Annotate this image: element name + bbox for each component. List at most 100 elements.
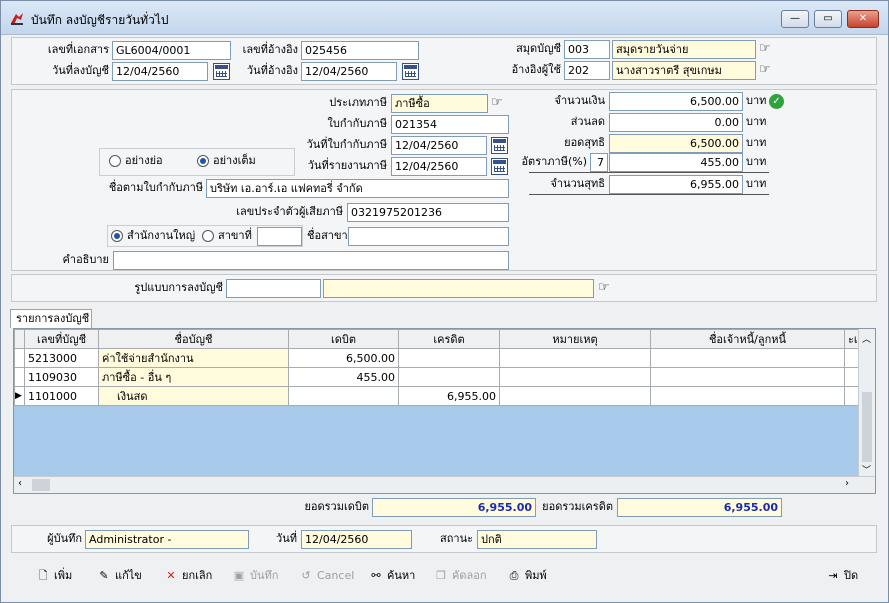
credit-cell[interactable] [398,348,500,368]
tax-name-field[interactable]: บริษัท เอ.อาร์.เอ แฟคทอรี่ จำกัด [206,179,509,198]
vat-rate-field[interactable]: 7 [590,153,608,172]
calendar-icon[interactable] [491,158,508,175]
lookup-pointer-icon[interactable]: ☞ [598,280,616,296]
vertical-scrollbar[interactable]: ︿ ﹀ [858,329,875,477]
column-header[interactable]: เครดิต [398,329,500,349]
tax-type-field: ภาษีซื้อ [391,94,488,113]
edit-button[interactable]: ✎ แก้ไข [96,566,141,586]
ref-date-field[interactable]: 12/04/2560 [301,62,397,81]
debit-cell[interactable]: 455.00 [288,367,399,387]
total-debit-field: 6,955.00 [372,498,536,517]
acct-name-cell: ค่าใช้จ่ายสำนักงาน [98,348,289,368]
lookup-pointer-icon[interactable]: ☞ [491,95,509,111]
amount-field[interactable]: 6,500.00 [609,92,743,111]
discount-field[interactable]: 0.00 [609,113,743,132]
acct-cell[interactable]: 1109030 [24,367,99,387]
lookup-pointer-icon[interactable]: ☞ [759,62,777,78]
column-header[interactable]: ชื่อเจ้าหนี้/ลูกหนี้ [650,329,845,349]
description-field[interactable] [113,251,509,270]
ref-no-field[interactable]: 025456 [301,41,419,60]
doc-no-field[interactable]: GL6004/0001 [112,41,231,60]
branch-name-label: ชื่อสาขา [307,229,348,242]
radio-branch[interactable] [202,230,214,242]
date-field: 12/04/2560 [301,530,412,549]
note-cell[interactable] [499,367,651,387]
acct-cell[interactable]: 5213000 [24,348,99,368]
tab-entries[interactable]: รายการลงบัญชี [10,309,92,328]
search-button[interactable]: ⚯ ค้นหา [368,566,415,586]
post-date-field[interactable]: 12/04/2560 [112,62,208,81]
ref-person-code-field[interactable]: 202 [564,61,610,80]
table-row[interactable]: 5213000 ค่าใช้จ่ายสำนักงาน 6,500.00 [14,348,860,368]
branch-no-field[interactable] [257,227,302,246]
tax-name-label: ชื่อตามใบกำกับภาษี [108,181,203,194]
radio-head-office[interactable] [111,230,123,242]
radio-full[interactable] [197,155,209,167]
party-cell[interactable] [650,367,845,387]
scroll-down-icon[interactable]: ﹀ [862,463,871,476]
cancel-doc-button[interactable]: ✕ ยกเลิก [163,566,212,586]
debit-cell[interactable]: 6,500.00 [288,348,399,368]
radio-short-label: อย่างย่อ [125,154,163,167]
table-row[interactable]: ▶ 1101000 เงินสด 6,955.00 [14,386,860,406]
acct-cell[interactable]: 1101000 [24,386,99,406]
minimize-button[interactable]: — [781,10,809,28]
current-row-icon: ▶ [14,386,25,406]
note-cell[interactable] [499,348,651,368]
column-header[interactable]: เลขที่บัญชี [24,329,99,349]
template-code-field[interactable] [226,279,321,298]
exit-button[interactable]: ⇥ ปิด [825,566,858,586]
row-indicator-header [14,329,25,349]
table-row[interactable]: 1109030 ภาษีซื้อ - อื่น ๆ 455.00 [14,367,860,387]
ref-date-label: วันที่อ้างอิง [246,64,298,77]
scroll-up-icon[interactable]: ︿ [862,332,871,345]
close-window-button[interactable]: ✕ [847,10,879,28]
book-name-field: สมุดรายวันจ่าย [612,40,756,59]
book-code-field[interactable]: 003 [564,40,610,59]
vat-amount-field: 455.00 [609,153,743,172]
scroll-right-icon[interactable]: › [845,478,849,489]
exit-label: ปิด [844,569,859,582]
calendar-icon[interactable] [213,63,230,80]
doc-no-label: เลขที่เอกสาร [47,43,109,56]
cancel-button[interactable]: ↺ Cancel [298,566,354,586]
report-date-field[interactable]: 12/04/2560 [391,157,487,176]
save-button[interactable]: ▣ บันทึก [231,566,279,586]
calendar-icon[interactable] [491,137,508,154]
scroll-thumb[interactable] [862,392,872,462]
column-header[interactable]: หมายเหตุ [499,329,651,349]
new-document-icon: 🗋 [38,569,48,582]
maximize-button[interactable]: ▭ [814,10,842,28]
calendar-icon[interactable] [402,63,419,80]
main-window: บันทึก ลงบัญชีรายวันทั่วไป — ▭ ✕ เลขที่เ… [0,0,889,603]
vat-rate-label: อัตราภาษี(%) [521,155,587,168]
taxid-field[interactable]: 0321975201236 [347,203,509,222]
total-credit-label: ยอดรวมเครดิต [542,500,613,513]
scroll-left-icon[interactable]: ‹ [18,478,22,489]
debit-cell[interactable] [288,386,399,406]
credit-cell[interactable]: 6,955.00 [398,386,500,406]
grid-header: เลขที่บัญชี ชื่อบัญชี เดบิต เครดิต หมายเ… [14,329,860,349]
radio-short[interactable] [109,155,121,167]
invoice-field[interactable]: 021354 [391,115,509,134]
note-cell[interactable] [499,386,651,406]
acct-name-cell: เงินสด [98,386,289,406]
invoice-date-field[interactable]: 12/04/2560 [391,136,487,155]
window-title: บันทึก ลงบัญชีรายวันทั่วไป [31,13,169,27]
report-date-label: วันที่รายงานภาษี [307,159,387,172]
party-cell[interactable] [650,386,845,406]
column-header[interactable]: เดบิต [288,329,399,349]
print-button[interactable]: ⎙ พิมพ์ [506,566,547,586]
add-button[interactable]: 🗋 เพิ่ม [35,566,73,586]
copy-button[interactable]: ❐ คัดลอก [433,566,486,586]
party-cell[interactable] [650,348,845,368]
acct-name-cell: ภาษีซื้อ - อื่น ๆ [98,367,289,387]
horizontal-scrollbar[interactable]: ‹ › [14,476,875,493]
amount-label: จำนวนเงิน [554,94,606,107]
credit-cell[interactable] [398,367,500,387]
lookup-pointer-icon[interactable]: ☞ [759,41,777,57]
tax-type-label: ประเภทภาษี [329,96,387,109]
column-header[interactable]: ชื่อบัญชี [98,329,289,349]
scroll-thumb[interactable] [32,479,50,491]
branch-name-field[interactable] [348,227,509,246]
